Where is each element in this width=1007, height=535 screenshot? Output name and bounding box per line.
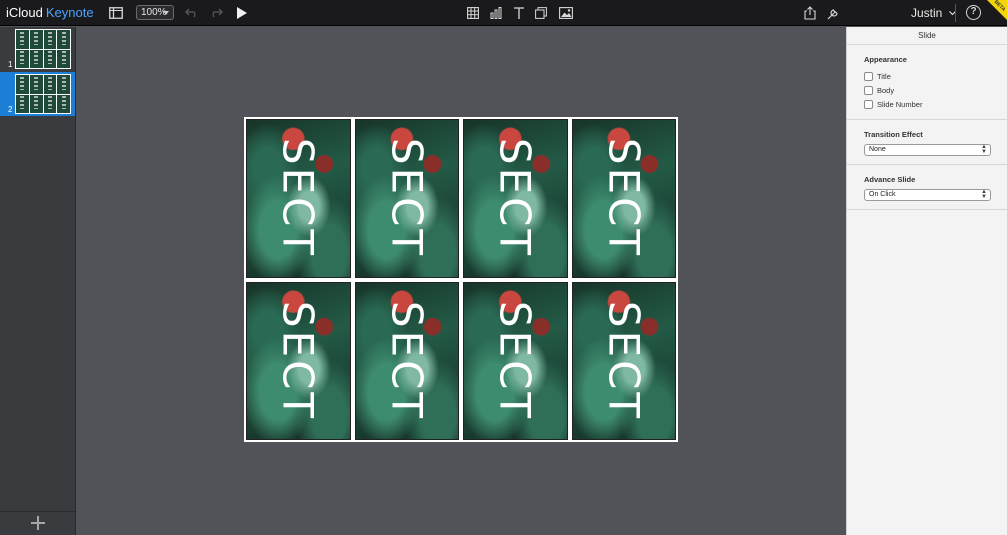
transition-section: Transition Effect None ▲ ▼ [847, 120, 1007, 165]
redo-icon[interactable] [209, 5, 223, 21]
transition-title: Transition Effect [864, 130, 923, 139]
user-menu[interactable]: Justin [911, 6, 956, 20]
slide-thumbnail-1[interactable]: 1 [0, 27, 75, 71]
user-name: Justin [911, 6, 943, 20]
slide-image[interactable]: SECT [246, 281, 351, 440]
slide-number: 1 [8, 60, 13, 69]
image-text: SECT [382, 138, 432, 259]
image-text: SECT [599, 138, 649, 259]
slide-number: 2 [8, 105, 13, 114]
slide-preview [15, 29, 71, 69]
advance-title: Advance Slide [864, 175, 916, 184]
inspector-panel: Slide Appearance Title Body Slide Number… [846, 27, 1007, 535]
appearance-section: Appearance Title Body Slide Number [847, 45, 1007, 120]
transition-select[interactable]: None ▲ ▼ [864, 144, 991, 156]
image-text: SECT [382, 300, 432, 421]
advance-select[interactable]: On Click ▲ ▼ [864, 189, 991, 201]
select-arrows-icon: ▲ ▼ [981, 189, 987, 200]
slide-number-checkbox[interactable]: Slide Number [864, 97, 990, 111]
inspector-header: Slide [847, 27, 1007, 45]
slide-navigator: 1 2 [0, 27, 76, 535]
chevron-down-icon [163, 11, 169, 15]
title-checkbox[interactable]: Title [864, 69, 990, 83]
checkbox-label: Body [877, 85, 895, 95]
play-icon[interactable] [236, 5, 248, 21]
checkbox-box[interactable] [864, 71, 873, 81]
zoom-select[interactable]: 100% [136, 5, 174, 20]
slide-image[interactable]: SECT [354, 281, 459, 440]
slide-thumbnail-2[interactable]: 2 [0, 72, 75, 116]
image-text: SECT [599, 300, 649, 421]
table-icon[interactable] [466, 5, 480, 21]
body-checkbox[interactable]: Body [864, 83, 990, 97]
checkbox-box[interactable] [864, 85, 873, 95]
undo-icon[interactable] [185, 5, 199, 21]
select-arrows-icon: ▲ ▼ [981, 144, 987, 155]
view-toggle-icon[interactable] [108, 5, 124, 21]
app-brand: iCloud Keynote [6, 5, 94, 20]
slide-canvas[interactable]: SECT SECT SECT SECT SECT SECT SECT SECT [244, 117, 678, 442]
slide-image[interactable]: SECT [571, 281, 676, 440]
tools-icon[interactable] [826, 5, 840, 21]
add-slide-icon[interactable] [31, 516, 45, 530]
appearance-title: Appearance [864, 55, 907, 64]
chart-icon[interactable] [489, 5, 503, 21]
slide-image[interactable]: SECT [246, 119, 351, 278]
slide-image[interactable]: SECT [571, 119, 676, 278]
image-text: SECT [490, 300, 540, 421]
brand-app-name: Keynote [45, 5, 94, 20]
brand-prefix: iCloud [6, 5, 43, 20]
checkbox-label: Slide Number [877, 99, 923, 109]
checkbox-box[interactable] [864, 99, 873, 109]
shape-icon[interactable] [534, 5, 548, 21]
help-icon[interactable]: ? [966, 5, 981, 20]
advance-value: On Click [869, 191, 896, 198]
media-icon[interactable] [558, 5, 574, 21]
toolbar-divider [955, 4, 956, 22]
image-text: SECT [273, 138, 323, 259]
advance-section: Advance Slide On Click ▲ ▼ [847, 165, 1007, 210]
slide-preview [15, 74, 71, 114]
transition-value: None [869, 146, 886, 153]
checkbox-label: Title [877, 71, 891, 81]
slide-image[interactable]: SECT [354, 119, 459, 278]
text-icon[interactable] [512, 5, 526, 21]
image-text: SECT [273, 300, 323, 421]
toolbar: iCloud Keynote 100% Justin ? BETA [0, 0, 1007, 26]
navigator-footer [0, 511, 75, 535]
share-icon[interactable] [803, 5, 817, 21]
slide-image[interactable]: SECT [463, 281, 568, 440]
image-text: SECT [490, 138, 540, 259]
slide-image[interactable]: SECT [463, 119, 568, 278]
